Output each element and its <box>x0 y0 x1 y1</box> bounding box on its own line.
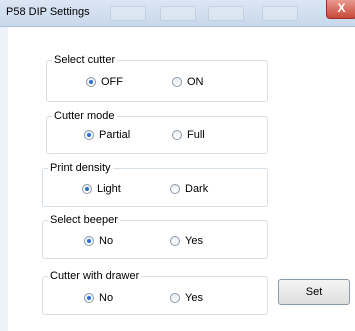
radio-unselected-icon <box>170 293 180 303</box>
radio-print-density-dark[interactable]: Dark <box>170 183 208 195</box>
close-icon: X <box>337 1 346 15</box>
background-decoration <box>262 6 298 21</box>
group-label-cutter-mode: Cutter mode <box>52 110 117 122</box>
radio-label: No <box>99 235 114 247</box>
close-button[interactable]: X <box>326 0 355 19</box>
radio-selected-icon <box>84 236 94 246</box>
radio-selected-icon <box>84 293 94 303</box>
radio-selected-icon <box>86 77 96 87</box>
title-bar[interactable]: P58 DIP Settings X <box>0 0 355 27</box>
radio-select-beeper-no[interactable]: No <box>84 235 113 247</box>
radio-unselected-icon <box>172 130 182 140</box>
radio-selected-icon <box>82 184 92 194</box>
radio-unselected-icon <box>170 236 180 246</box>
radio-label: OFF <box>101 76 123 88</box>
group-label-print-density: Print density <box>48 162 113 174</box>
radio-unselected-icon <box>172 77 182 87</box>
radio-cutter-with-drawer-no[interactable]: No <box>84 292 113 304</box>
radio-label: ON <box>187 76 204 88</box>
radio-label: Light <box>97 183 121 195</box>
dialog-body: Select cutter OFF ON Cutter mode Partial… <box>8 27 355 331</box>
radio-label: Yes <box>185 235 203 247</box>
radio-label: Yes <box>185 292 203 304</box>
set-button[interactable]: Set <box>278 279 350 305</box>
group-label-select-beeper: Select beeper <box>48 214 120 226</box>
radio-cutter-with-drawer-yes[interactable]: Yes <box>170 292 203 304</box>
radio-label: No <box>99 292 114 304</box>
window-title: P58 DIP Settings <box>6 6 90 18</box>
radio-label: Dark <box>185 183 209 195</box>
dip-settings-window: P58 DIP Settings X Select cutter OFF ON … <box>0 0 355 331</box>
radio-cutter-mode-full[interactable]: Full <box>172 129 205 141</box>
background-decoration <box>160 6 196 21</box>
group-label-select-cutter: Select cutter <box>52 54 118 66</box>
radio-cutter-mode-partial[interactable]: Partial <box>84 129 130 141</box>
radio-select-cutter-off[interactable]: OFF <box>86 76 123 88</box>
radio-select-cutter-on[interactable]: ON <box>172 76 204 88</box>
group-select-cutter <box>46 60 268 102</box>
radio-print-density-light[interactable]: Light <box>82 183 121 195</box>
group-label-cutter-with-drawer: Cutter with drawer <box>48 270 142 282</box>
background-decoration <box>110 6 146 21</box>
radio-select-beeper-yes[interactable]: Yes <box>170 235 203 247</box>
radio-unselected-icon <box>170 184 180 194</box>
radio-label: Partial <box>99 129 131 141</box>
radio-label: Full <box>187 129 205 141</box>
radio-selected-icon <box>84 130 94 140</box>
background-decoration <box>208 6 244 21</box>
